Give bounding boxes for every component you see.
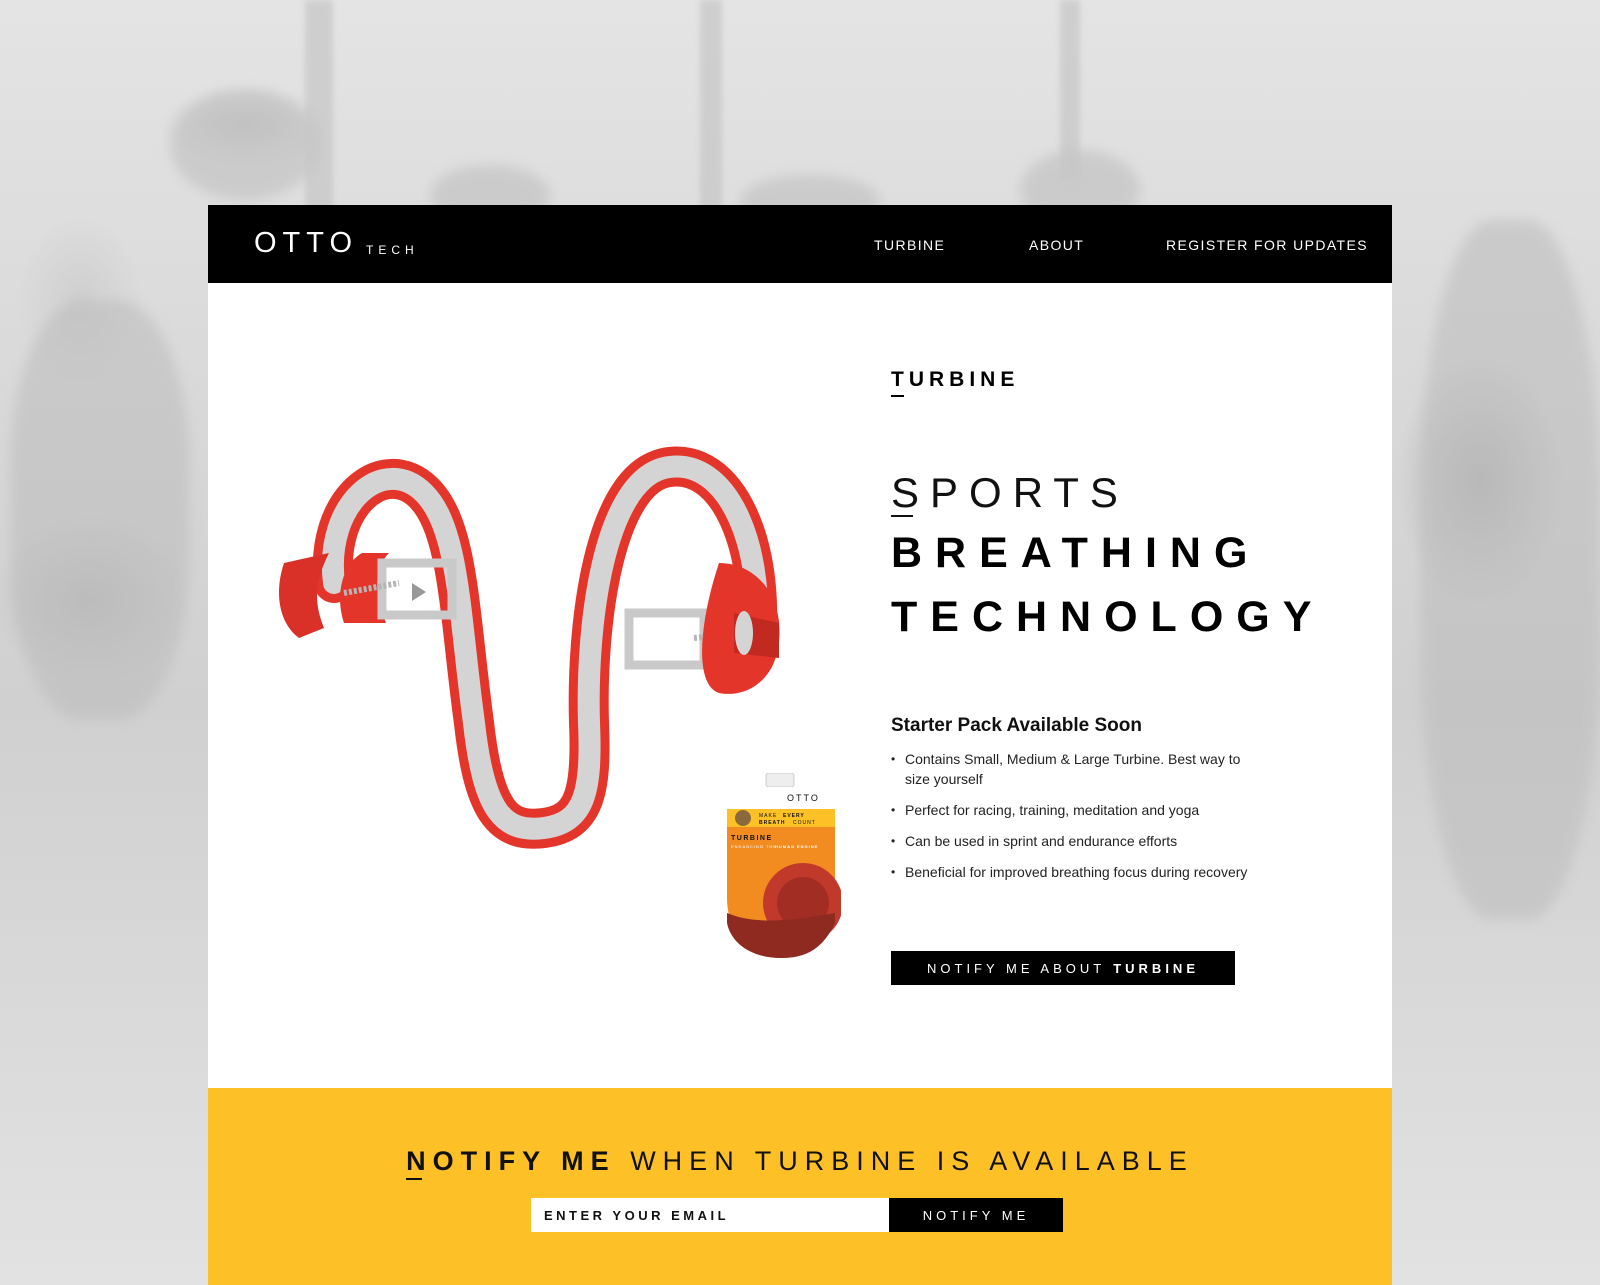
cta-bold: TURBINE	[1113, 960, 1199, 976]
pack-subtitle-2: HUMAN ENGINE	[775, 844, 818, 849]
notify-heading-bold: NOTIFY ME	[406, 1146, 616, 1180]
feature-item: Beneficial for improved breathing focus …	[891, 862, 1261, 882]
brand-suffix: TECH	[366, 243, 419, 257]
headline-underline	[891, 515, 913, 517]
feature-item: Can be used in sprint and endurance effo…	[891, 831, 1261, 851]
brand-logo[interactable]: OTTO TECH	[254, 227, 419, 259]
top-navbar: OTTO TECH TURBINE ABOUT REGISTER FOR UPD…	[208, 205, 1392, 283]
headline-sports: SPORTS	[891, 469, 1129, 517]
starter-pack-title: Starter Pack Available Soon	[891, 715, 1142, 736]
pack-product-name: TURBINE	[731, 835, 773, 842]
headline-breathing: BREATHING	[891, 529, 1261, 577]
nav-about[interactable]: ABOUT	[1029, 237, 1084, 253]
brand-name: OTTO	[254, 227, 359, 259]
nav-turbine[interactable]: TURBINE	[874, 237, 945, 253]
label-underline	[891, 395, 904, 397]
turbine-product-image	[279, 446, 780, 849]
notify-heading: NOTIFY ME WHEN TURBINE IS AVAILABLE	[208, 1146, 1392, 1180]
starter-pack-image: OTTO MAKE EVERY BREATH COUNT TURBINE ENH…	[721, 772, 843, 963]
page-card: OTTO TECH TURBINE ABOUT REGISTER FOR UPD…	[208, 205, 1392, 1285]
email-input[interactable]	[531, 1198, 889, 1232]
pack-tagline-2: EVERY	[783, 813, 805, 819]
section-label-text: TURBINE	[891, 368, 1020, 391]
feature-list: Contains Small, Medium & Large Turbine. …	[891, 749, 1261, 893]
notify-heading-rest: WHEN TURBINE IS AVAILABLE	[630, 1146, 1194, 1176]
notify-section: NOTIFY ME WHEN TURBINE IS AVAILABLE NOTI…	[208, 1088, 1392, 1285]
pack-tagline-3: BREATH	[759, 820, 785, 826]
feature-item: Contains Small, Medium & Large Turbine. …	[891, 749, 1261, 789]
headline-line-1: SPORTS	[891, 469, 1129, 516]
hero-section: OTTO MAKE EVERY BREATH COUNT TURBINE ENH…	[208, 283, 1392, 1093]
starter-pack-graphic: OTTO MAKE EVERY BREATH COUNT TURBINE ENH…	[727, 772, 843, 958]
feature-item: Perfect for racing, training, meditation…	[891, 800, 1261, 820]
notify-me-about-turbine-button[interactable]: NOTIFY ME ABOUT TURBINE	[891, 951, 1235, 985]
pack-tagline-1: MAKE	[759, 813, 777, 819]
pack-subtitle-1: ENHANCING THE	[731, 844, 777, 849]
pack-brand: OTTO	[787, 793, 820, 803]
section-label-turbine: TURBINE	[891, 368, 1020, 397]
notify-me-button[interactable]: NOTIFY ME	[889, 1198, 1063, 1232]
pack-tagline-4: COUNT	[793, 820, 816, 826]
notify-heading-bold-text: NOTIFY ME	[406, 1146, 616, 1176]
cta-prefix: NOTIFY ME ABOUT	[927, 960, 1106, 976]
headline-technology: TECHNOLOGY	[891, 593, 1325, 641]
notify-underline	[406, 1178, 423, 1180]
nav-register-for-updates[interactable]: REGISTER FOR UPDATES	[1166, 237, 1368, 253]
